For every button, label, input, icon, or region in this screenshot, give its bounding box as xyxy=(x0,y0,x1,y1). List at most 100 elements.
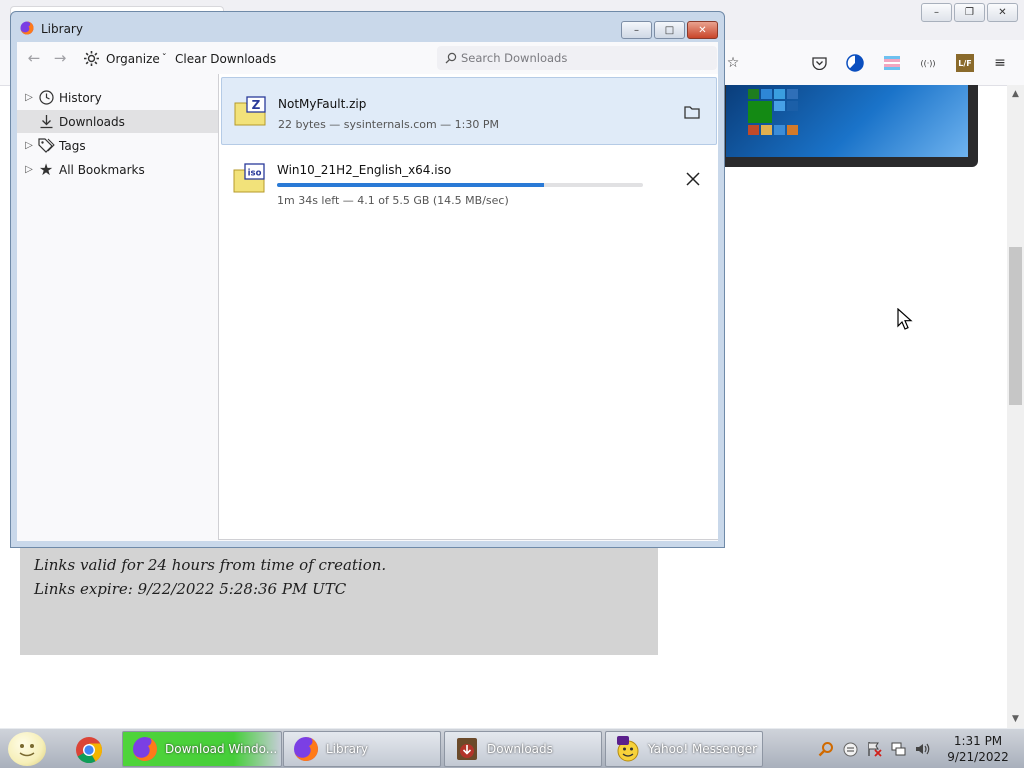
library-maximize-button[interactable]: □ xyxy=(654,21,685,39)
laptop-screen xyxy=(726,85,968,157)
links-valid-text: Links valid for 24 hours from time of cr… xyxy=(34,556,387,574)
tray-search-icon[interactable] xyxy=(818,741,834,757)
pocket-icon[interactable] xyxy=(809,53,829,73)
expand-chevron-icon[interactable]: ▷ xyxy=(21,164,37,175)
chrome-icon[interactable] xyxy=(74,735,104,765)
clock-icon xyxy=(37,89,55,107)
taskbar-button-downloads[interactable]: Downloads xyxy=(444,731,602,767)
download-item[interactable]: Z NotMyFault.zip 22 bytes — sysinternals… xyxy=(221,77,717,145)
start-tile xyxy=(761,89,772,99)
download-item[interactable]: iso Win10_21H2_English_x64.iso 1m 34s le… xyxy=(221,145,717,213)
library-minimize-button[interactable]: – xyxy=(621,21,652,39)
sidebar-item-downloads[interactable]: Downloads xyxy=(17,110,218,133)
library-title: Library xyxy=(41,22,83,36)
browser-minimize-button[interactable]: – xyxy=(921,3,952,22)
downloads-list: Z NotMyFault.zip 22 bytes — sysinternals… xyxy=(218,74,718,540)
tray-network-icon[interactable] xyxy=(890,741,906,757)
hamburger-menu-icon[interactable]: ≡ xyxy=(990,53,1010,73)
start-tile xyxy=(761,125,772,135)
extension-blue-circle-icon[interactable] xyxy=(845,53,865,73)
sidebar-item-all-bookmarks[interactable]: ▷ ★ All Bookmarks xyxy=(17,158,218,181)
expand-chevron-icon[interactable]: ▷ xyxy=(21,140,37,151)
library-window: Library – □ ✕ ← → Organize ˇ Clear Downl… xyxy=(10,11,725,548)
download-file-name: NotMyFault.zip xyxy=(278,97,367,111)
download-status: 1m 34s left — 4.1 of 5.5 GB (14.5 MB/sec… xyxy=(277,194,509,207)
taskbar-button-library[interactable]: Library xyxy=(283,731,441,767)
downloads-app-icon xyxy=(457,738,477,760)
start-tile xyxy=(774,101,785,111)
extension-lf-icon[interactable]: L/F xyxy=(955,53,975,73)
clock-date: 9/21/2022 xyxy=(947,750,1009,764)
show-in-folder-button[interactable] xyxy=(682,102,702,122)
taskbar-button-label: Yahoo! Messenger xyxy=(648,742,758,756)
clock-time: 1:31 PM xyxy=(953,734,1003,748)
extension-wave-icon[interactable]: ((·)) xyxy=(918,53,938,73)
library-close-button[interactable]: ✕ xyxy=(687,21,718,39)
extension-flag-icon[interactable] xyxy=(882,53,902,73)
folder-icon xyxy=(684,106,700,119)
scroll-down-arrow-icon[interactable]: ▼ xyxy=(1007,712,1024,726)
scroll-up-arrow-icon[interactable]: ▲ xyxy=(1007,87,1024,101)
library-titlebar[interactable]: Library – □ ✕ xyxy=(11,12,724,42)
taskbar-button-label: Download Windo... xyxy=(165,742,278,756)
iso-icon-label: iso xyxy=(248,169,262,179)
sidebar-item-history[interactable]: ▷ History xyxy=(17,86,218,109)
download-progress-fill xyxy=(277,183,545,187)
firefox-icon xyxy=(20,21,34,35)
laptop-image xyxy=(724,85,978,167)
gear-icon xyxy=(84,51,99,66)
cancel-icon xyxy=(686,172,700,186)
start-tile xyxy=(748,125,759,135)
tray-security-flag-icon[interactable] xyxy=(866,741,882,757)
tag-icon xyxy=(37,137,55,155)
bookmark-star-icon[interactable]: ☆ xyxy=(723,53,743,73)
start-tile xyxy=(787,101,798,111)
sidebar-item-label: All Bookmarks xyxy=(59,162,145,177)
forward-arrow-icon[interactable]: → xyxy=(51,49,69,67)
start-tile xyxy=(748,89,759,99)
clear-downloads-button[interactable]: Clear Downloads xyxy=(175,52,276,66)
sidebar-item-label: History xyxy=(59,90,102,105)
taskbar-button-download-windows[interactable]: Download Windo... xyxy=(122,731,282,767)
iso-file-icon: iso xyxy=(233,163,265,193)
search-downloads-box[interactable] xyxy=(437,46,717,70)
organize-label: Organize xyxy=(106,51,160,66)
start-button[interactable] xyxy=(8,732,46,766)
browser-restore-button[interactable]: ❐ xyxy=(954,3,985,22)
back-arrow-icon[interactable]: ← xyxy=(25,49,43,67)
library-window-controls: – □ ✕ xyxy=(621,21,718,39)
download-file-name: Win10_21H2_English_x64.iso xyxy=(277,163,452,177)
taskbar-button-yahoo-messenger[interactable]: Yahoo! Messenger xyxy=(605,731,763,767)
library-body: ← → Organize ˇ Clear Downloads ▷ xyxy=(17,42,718,541)
star-icon: ★ xyxy=(38,160,54,179)
scroll-thumb[interactable] xyxy=(1009,247,1022,405)
taskbar-button-label: Library xyxy=(326,742,368,756)
links-expire-text: Links expire: 9/22/2022 5:28:36 PM UTC xyxy=(34,580,347,598)
start-tile xyxy=(787,89,798,99)
cancel-download-button[interactable] xyxy=(683,169,703,189)
smiley-start-icon xyxy=(19,744,35,757)
organize-button[interactable]: Organize ˇ xyxy=(83,50,167,67)
firefox-icon xyxy=(133,737,157,761)
yahoo-messenger-icon xyxy=(617,736,639,762)
start-tile xyxy=(774,89,785,99)
sidebar-item-tags[interactable]: ▷ Tags xyxy=(17,134,218,157)
system-tray: 1:31 PM 9/21/2022 xyxy=(812,729,1024,769)
download-progress-bar xyxy=(277,183,643,187)
tray-chat-icon[interactable] xyxy=(842,741,858,757)
expand-chevron-icon[interactable]: ▷ xyxy=(21,92,37,103)
search-downloads-input[interactable] xyxy=(461,51,701,65)
zip-icon-label: Z xyxy=(252,98,261,112)
firefox-icon xyxy=(294,737,318,761)
link-info-box: Links valid for 24 hours from time of cr… xyxy=(20,548,658,655)
browser-close-button[interactable]: ✕ xyxy=(987,3,1018,22)
sidebar-item-label: Tags xyxy=(59,138,86,153)
taskbar-clock[interactable]: 1:31 PM 9/21/2022 xyxy=(942,733,1014,765)
browser-window-controls: – ❐ ✕ xyxy=(921,3,1018,22)
organize-caret-icon: ˇ xyxy=(161,53,167,64)
tray-volume-icon[interactable] xyxy=(914,741,930,757)
page-scrollbar[interactable]: ▲ ▼ xyxy=(1007,85,1024,728)
download-status: 22 bytes — sysinternals.com — 1:30 PM xyxy=(278,118,500,131)
taskbar-button-label: Downloads xyxy=(487,742,553,756)
xbox-tile xyxy=(748,101,772,123)
